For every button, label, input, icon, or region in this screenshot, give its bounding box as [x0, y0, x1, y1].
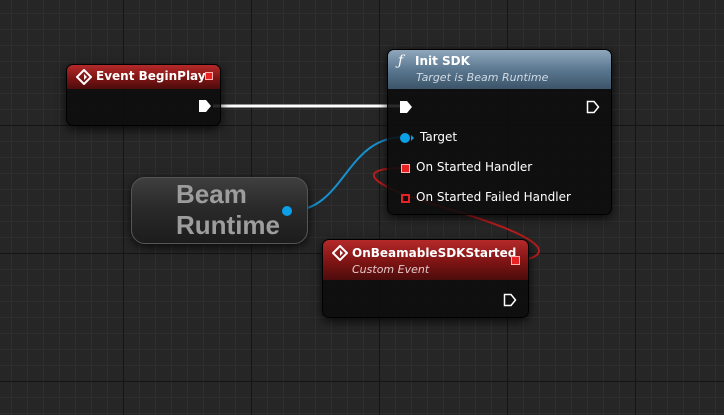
beam-runtime-node[interactable]: Beam Runtime — [131, 177, 308, 244]
node-subtitle: Target is Beam Runtime — [416, 71, 549, 84]
init-sdk-header[interactable]: ƒ Init SDK Target is Beam Runtime — [388, 50, 611, 89]
exec-input-pin[interactable] — [399, 100, 413, 114]
on-started-handler-pin[interactable] — [401, 164, 410, 173]
node-title: Event BeginPlay — [96, 69, 206, 83]
graph-wires — [213, 104, 540, 261]
exec-output-pin[interactable] — [586, 100, 600, 114]
on-started-failed-handler-label: On Started Failed Handler — [416, 190, 571, 204]
node-subtitle: Custom Event — [352, 263, 430, 276]
delegate-output-pin[interactable] — [205, 72, 213, 80]
delegate-output-pin[interactable] — [511, 256, 520, 265]
on-started-failed-handler-pin[interactable] — [401, 194, 410, 203]
beam-runtime-output-pin[interactable] — [282, 206, 292, 216]
on-started-handler-label: On Started Handler — [416, 160, 533, 174]
beam-runtime-line1: Beam — [176, 179, 247, 209]
on-beamable-sdk-started-header[interactable]: OnBeamableSDKStarted Custom Event — [323, 240, 528, 280]
node-title: OnBeamableSDKStarted — [352, 246, 517, 260]
target-pin[interactable] — [399, 132, 415, 144]
init-sdk-node[interactable]: ƒ Init SDK Target is Beam Runtime Target… — [387, 49, 612, 215]
node-title: Init SDK — [415, 54, 470, 68]
on-beamable-sdk-started-node[interactable]: OnBeamableSDKStarted Custom Event — [322, 239, 529, 318]
event-beginplay-node[interactable]: Event BeginPlay — [66, 64, 221, 126]
event-beginplay-header[interactable]: Event BeginPlay — [67, 65, 220, 89]
event-diamond-icon — [332, 245, 348, 261]
event-diamond-icon — [76, 69, 92, 85]
function-icon: ƒ — [398, 53, 404, 69]
exec-output-pin[interactable] — [503, 293, 517, 307]
exec-output-pin[interactable] — [198, 99, 212, 113]
beam-runtime-line2: Runtime — [176, 210, 280, 240]
target-pin-label: Target — [420, 130, 458, 144]
